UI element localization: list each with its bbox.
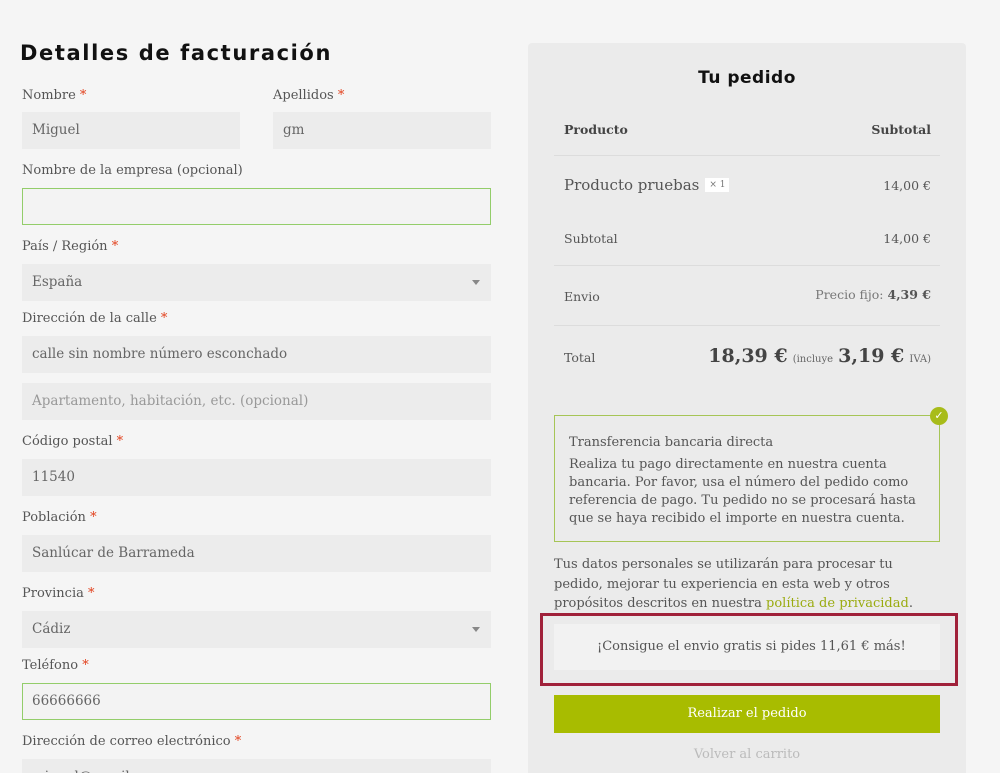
country-select[interactable]: España <box>22 264 491 301</box>
first-name-input[interactable]: Miguel <box>22 112 240 149</box>
street-label: Dirección de la calle * <box>22 311 168 326</box>
item-qty: × 1 <box>705 178 730 192</box>
city-input[interactable]: Sanlúcar de Barrameda <box>22 535 491 572</box>
payment-method-bacs[interactable]: Transferencia bancaria directa Realiza t… <box>554 415 940 542</box>
state-label: Provincia * <box>22 586 95 601</box>
payment-description: Realiza tu pago directamente en nuestra … <box>569 457 916 526</box>
order-title: Tu pedido <box>698 68 796 88</box>
privacy-notice: Tus datos personales se utilizarán para … <box>554 557 913 611</box>
phone-input[interactable]: 66666666 <box>22 683 491 720</box>
chevron-down-icon <box>472 280 480 285</box>
tax-prefix: (incluye <box>792 354 834 365</box>
apartment-input[interactable]: Apartamento, habitación, etc. (opcional) <box>22 383 491 420</box>
first-name-label: Nombre * <box>22 88 87 103</box>
item-name: Producto pruebas <box>564 176 700 194</box>
tax-suffix: IVA) <box>909 354 931 365</box>
tax-value: 3,19 € <box>838 345 905 367</box>
shipping-value-group: Precio fijo: 4,39 € <box>815 287 931 302</box>
email-input[interactable]: miguel@email.com <box>22 759 491 773</box>
back-to-cart-link[interactable]: Volver al carrito <box>554 747 940 762</box>
country-label: País / Región * <box>22 239 119 254</box>
total-value: 18,39 € <box>708 345 788 367</box>
company-input[interactable] <box>22 188 491 225</box>
header-subtotal: Subtotal <box>871 122 931 137</box>
last-name-label: Apellidos * <box>273 88 345 103</box>
payment-title: Transferencia bancaria directa <box>569 435 774 450</box>
city-label: Población * <box>22 510 97 525</box>
order-review: Tu pedido Producto Subtotal Producto pru… <box>528 43 966 773</box>
last-name-input[interactable]: gm <box>273 112 491 149</box>
chevron-down-icon <box>472 627 480 632</box>
divider <box>554 325 940 326</box>
subtotal-value: 14,00 € <box>883 231 931 246</box>
phone-label: Teléfono * <box>22 658 89 673</box>
company-label: Nombre de la empresa (opcional) <box>22 163 243 178</box>
item-price: 14,00 € <box>883 178 931 193</box>
check-circle-icon: ✓ <box>930 407 948 425</box>
shipping-label: Envio <box>564 289 600 304</box>
subtotal-label: Subtotal <box>564 231 618 246</box>
header-product: Producto <box>564 122 628 137</box>
total-label: Total <box>564 350 596 365</box>
total-value-group: 18,39 € (incluye 3,19 € IVA) <box>708 345 931 367</box>
privacy-policy-link[interactable]: política de privacidad <box>766 596 909 611</box>
email-label: Dirección de correo electrónico * <box>22 734 242 749</box>
shipping-value: 4,39 € <box>887 287 932 302</box>
place-order-button[interactable]: Realizar el pedido <box>554 695 940 733</box>
billing-title: Detalles de facturación <box>20 41 333 65</box>
shipping-method: Precio fijo: <box>815 287 884 302</box>
divider <box>554 265 940 266</box>
divider <box>554 155 940 156</box>
street-input[interactable]: calle sin nombre número esconchado <box>22 336 491 373</box>
free-shipping-notice: ¡Consigue el envio gratis si pides 11,61… <box>554 624 940 670</box>
postcode-label: Código postal * <box>22 434 124 449</box>
state-select[interactable]: Cádiz <box>22 611 491 648</box>
postcode-input[interactable]: 11540 <box>22 459 491 496</box>
billing-details: Detalles de facturación Nombre * Miguel … <box>0 0 510 773</box>
